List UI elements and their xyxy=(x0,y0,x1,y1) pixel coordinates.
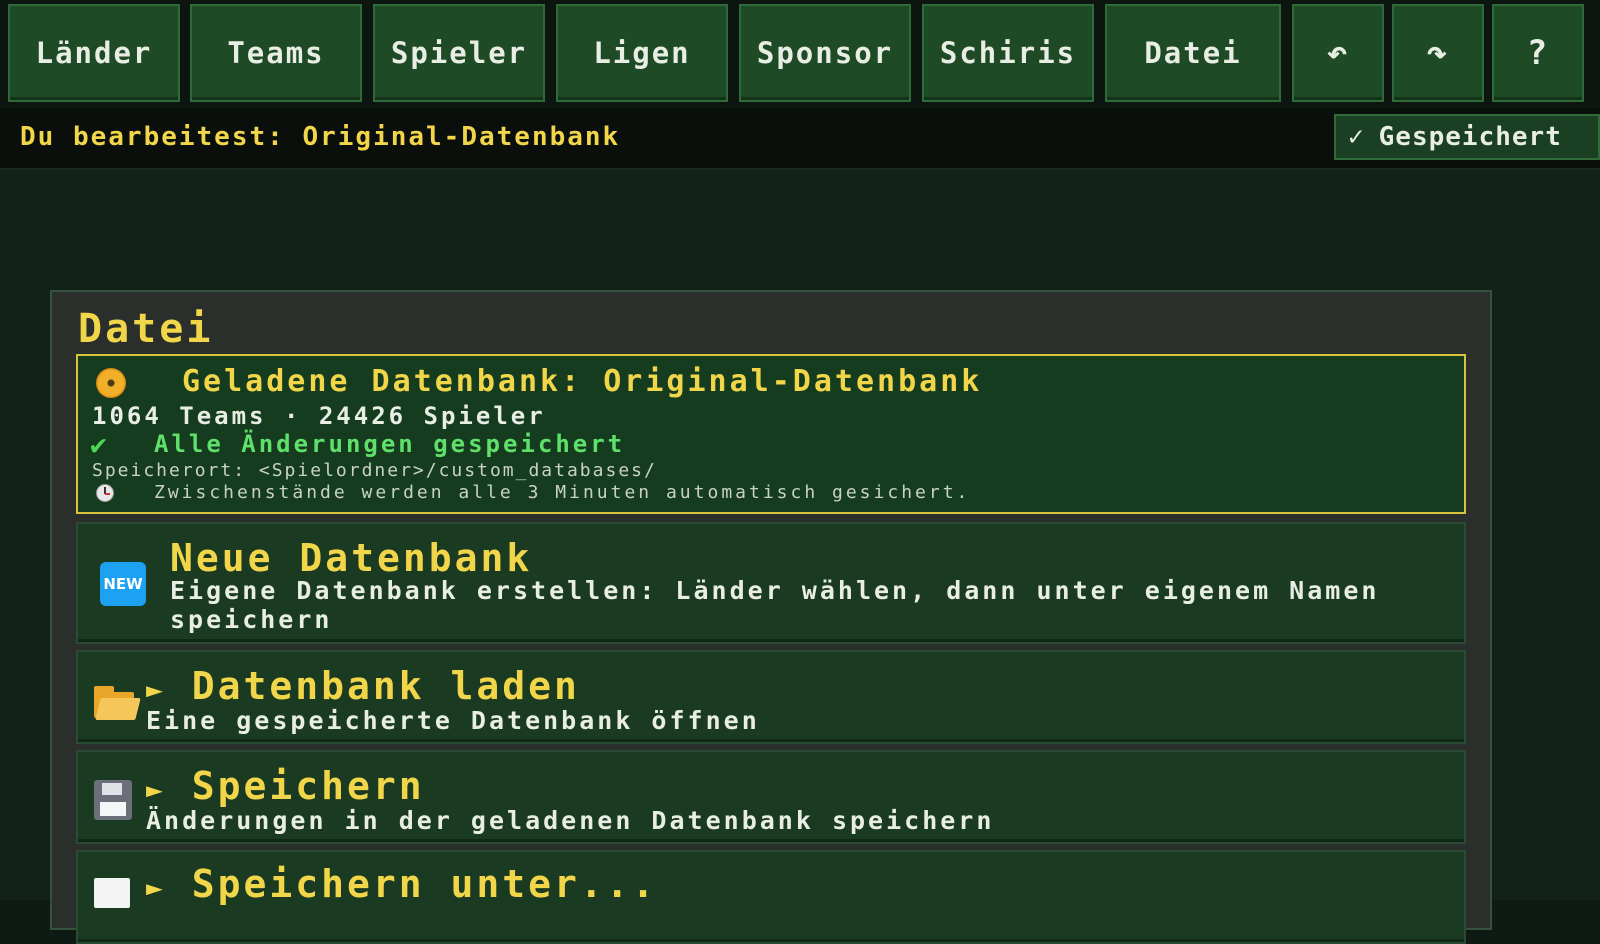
loaded-database-title: Geladene Datenbank: Original-Datenbank xyxy=(182,364,983,399)
nav-laender-button[interactable]: Länder xyxy=(8,4,180,102)
clock-icon xyxy=(96,484,114,502)
disc-icon xyxy=(96,368,126,398)
load-database-button[interactable]: ► Datenbank laden Eine gespeicherte Date… xyxy=(76,650,1466,744)
floppy-disk-icon xyxy=(94,780,132,820)
save-title: ► Speichern xyxy=(146,764,425,808)
nav-ligen-button[interactable]: Ligen xyxy=(556,4,728,102)
load-database-title-text: Datenbank laden xyxy=(191,664,580,708)
load-database-title: ► Datenbank laden xyxy=(146,664,580,708)
undo-button[interactable]: ↶ xyxy=(1292,4,1384,102)
arrow-right-icon: ► xyxy=(146,871,166,904)
saved-status-badge: ✓ Gespeichert xyxy=(1334,114,1600,160)
folder-open-icon xyxy=(94,686,141,720)
help-icon: ? xyxy=(1526,33,1550,73)
help-button[interactable]: ? xyxy=(1492,4,1584,102)
nav-sponsor-button[interactable]: Sponsor xyxy=(739,4,911,102)
new-database-button[interactable]: NEW Neue Datenbank Eigene Datenbank erst… xyxy=(76,522,1466,644)
new-database-description-line2: speichern xyxy=(170,605,333,634)
save-description: Änderungen in der geladenen Datenbank sp… xyxy=(146,806,995,835)
new-database-title: Neue Datenbank xyxy=(170,536,533,580)
redo-button[interactable]: ↷ xyxy=(1392,4,1484,102)
autosave-text: Zwischenstände werden alle 3 Minuten aut… xyxy=(154,482,971,503)
status-bar: Du bearbeitest: Original-Datenbank ✓ Ges… xyxy=(0,108,1600,170)
saved-status-text: Gespeichert xyxy=(1378,122,1562,152)
check-icon: ✓ xyxy=(1348,122,1365,152)
check-icon: ✔ xyxy=(90,428,107,461)
all-changes-saved-text: Alle Änderungen gespeichert xyxy=(154,430,626,458)
panel-title: Datei xyxy=(78,306,214,352)
nav-spieler-button[interactable]: Spieler xyxy=(373,4,545,102)
load-database-description: Eine gespeicherte Datenbank öffnen xyxy=(146,706,760,735)
new-database-description-line1: Eigene Datenbank erstellen: Länder wähle… xyxy=(170,576,1380,605)
nav-teams-button[interactable]: Teams xyxy=(190,4,362,102)
memo-icon xyxy=(94,878,130,908)
save-location-text: Speicherort: <Spielordner>/custom_databa… xyxy=(92,460,657,481)
save-as-title-text: Speichern unter... xyxy=(191,862,658,906)
save-as-title: ► Speichern unter... xyxy=(146,862,658,906)
database-stats: 1064 Teams · 24426 Spieler xyxy=(92,402,546,430)
nav-datei-button[interactable]: Datei xyxy=(1105,4,1281,102)
redo-icon: ↷ xyxy=(1426,33,1450,73)
editing-database-label: Du bearbeitest: Original-Datenbank xyxy=(20,122,621,152)
main-area: Datei Geladene Datenbank: Original-Daten… xyxy=(0,170,1600,944)
save-as-button[interactable]: ► Speichern unter... xyxy=(76,850,1466,944)
undo-icon: ↶ xyxy=(1326,33,1350,73)
nav-schiris-button[interactable]: Schiris xyxy=(922,4,1094,102)
save-title-text: Speichern xyxy=(191,764,425,808)
new-badge-icon: NEW xyxy=(100,562,146,606)
top-navigation-bar: Länder Teams Spieler Ligen Sponsor Schir… xyxy=(0,0,1600,108)
loaded-database-info: Geladene Datenbank: Original-Datenbank 1… xyxy=(76,354,1466,514)
file-panel: Datei Geladene Datenbank: Original-Daten… xyxy=(50,290,1492,944)
arrow-right-icon: ► xyxy=(146,673,166,706)
save-button[interactable]: ► Speichern Änderungen in der geladenen … xyxy=(76,750,1466,844)
arrow-right-icon: ► xyxy=(146,773,166,806)
